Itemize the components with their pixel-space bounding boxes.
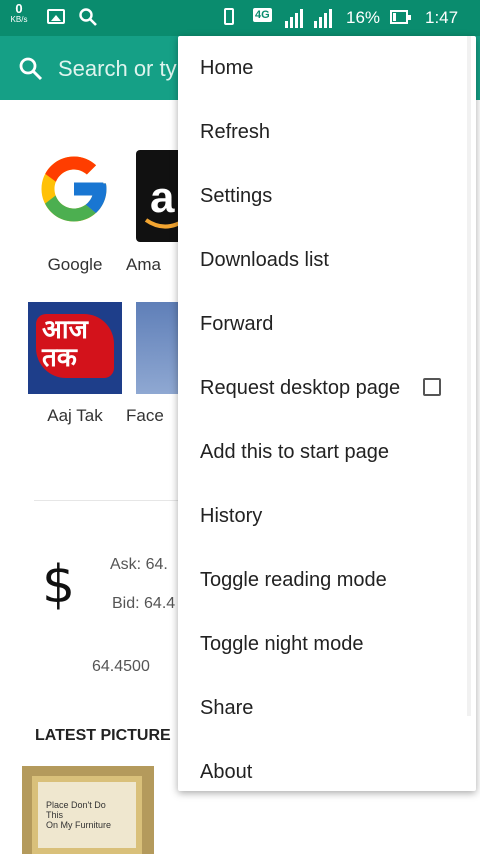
overflow-menu: Home Refresh Settings Downloads list For… bbox=[178, 36, 476, 791]
divider bbox=[34, 500, 194, 501]
aaj-tak-logo-icon[interactable]: आज तक bbox=[28, 302, 122, 394]
menu-item-forward[interactable]: Forward bbox=[200, 304, 273, 344]
currency-symbol: $ bbox=[42, 555, 76, 615]
menu-item-downloads-list[interactable]: Downloads list bbox=[200, 240, 329, 280]
request-desktop-checkbox[interactable] bbox=[423, 378, 441, 396]
menu-item-home[interactable]: Home bbox=[200, 48, 253, 88]
network-speed-value: 0 bbox=[15, 1, 23, 16]
menu-item-settings[interactable]: Settings bbox=[200, 176, 272, 216]
search-icon bbox=[19, 57, 43, 81]
search-placeholder: Search or ty bbox=[58, 56, 177, 81]
battery-percent: 16% bbox=[346, 8, 381, 27]
menu-scrollbar[interactable] bbox=[467, 36, 471, 716]
google-logo-icon[interactable] bbox=[35, 150, 113, 228]
currency-rate: 64.4500 bbox=[92, 658, 150, 675]
network-speed-unit: KB/s bbox=[10, 15, 28, 24]
menu-item-add-to-start-page[interactable]: Add this to start page bbox=[200, 432, 389, 472]
network-speed: 0 KB/s bbox=[6, 1, 32, 25]
speed-dial-label: Google bbox=[47, 255, 103, 274]
speed-dial-label: Ama bbox=[126, 255, 161, 274]
menu-item-toggle-reading-mode[interactable]: Toggle reading mode bbox=[200, 560, 387, 600]
currency-ask: Ask: 64. bbox=[110, 556, 168, 573]
image-icon bbox=[47, 9, 65, 24]
search-icon bbox=[79, 8, 97, 26]
clock: 1:47 bbox=[425, 8, 459, 27]
menu-item-toggle-night-mode[interactable]: Toggle night mode bbox=[200, 624, 363, 664]
vibrate-icon bbox=[224, 8, 234, 25]
network-type: 4G bbox=[253, 8, 272, 22]
speed-dial-label: Face bbox=[126, 406, 164, 425]
signal-icon bbox=[285, 6, 309, 28]
status-bar: 0 KB/s 4G 16% 1:47 bbox=[0, 0, 480, 36]
currency-bid: Bid: 64.4 bbox=[112, 595, 176, 612]
menu-item-about[interactable]: About bbox=[200, 752, 252, 792]
menu-item-history[interactable]: History bbox=[200, 496, 262, 536]
latest-picture-thumbnail[interactable]: Place Don't Do This On My Furniture bbox=[22, 766, 154, 854]
menu-item-refresh[interactable]: Refresh bbox=[200, 112, 270, 152]
svg-text:a: a bbox=[150, 173, 175, 222]
signal-icon-sim2 bbox=[314, 6, 338, 28]
battery-icon bbox=[390, 10, 411, 24]
menu-item-request-desktop-page[interactable]: Request desktop page bbox=[200, 368, 400, 408]
menu-item-share[interactable]: Share bbox=[200, 688, 253, 728]
latest-pictures-heading: LATEST PICTURE bbox=[35, 727, 171, 744]
speed-dial-label: Aaj Tak bbox=[47, 406, 103, 425]
